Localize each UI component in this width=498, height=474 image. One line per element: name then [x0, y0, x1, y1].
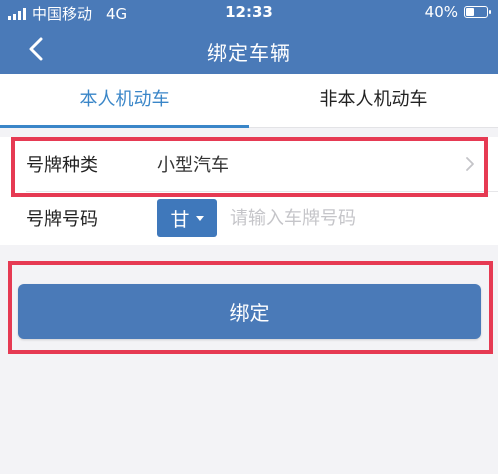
- tab-other-vehicle[interactable]: 非本人机动车: [249, 74, 498, 127]
- chevron-right-icon: [466, 157, 474, 171]
- status-right: 40%: [424, 3, 491, 21]
- plate-type-value: 小型汽车: [157, 155, 229, 176]
- battery-icon: [464, 6, 491, 18]
- province-select[interactable]: 甘: [157, 199, 217, 237]
- tab-own-vehicle[interactable]: 本人机动车: [0, 74, 249, 128]
- plate-type-row[interactable]: 号牌种类 小型汽车: [0, 137, 498, 191]
- plate-type-label: 号牌种类: [26, 155, 98, 176]
- nav-bar: 绑定车辆: [0, 26, 498, 74]
- plate-number-label: 号牌号码: [26, 209, 98, 230]
- battery-percent: 40%: [424, 3, 458, 21]
- plate-number-row: 号牌号码 甘: [0, 191, 498, 245]
- status-bar: 中国移动 4G 12:33 40%: [0, 0, 498, 26]
- bind-button[interactable]: 绑定: [18, 284, 481, 339]
- page-title: 绑定车辆: [207, 41, 291, 65]
- tab-bar: 本人机动车 非本人机动车: [0, 74, 498, 128]
- caret-down-icon: [195, 215, 204, 221]
- status-time: 12:33: [225, 3, 273, 21]
- plate-number-input[interactable]: [230, 203, 480, 233]
- province-value: 甘: [170, 208, 190, 231]
- vehicle-form: 号牌种类 小型汽车 号牌号码 甘: [0, 137, 498, 245]
